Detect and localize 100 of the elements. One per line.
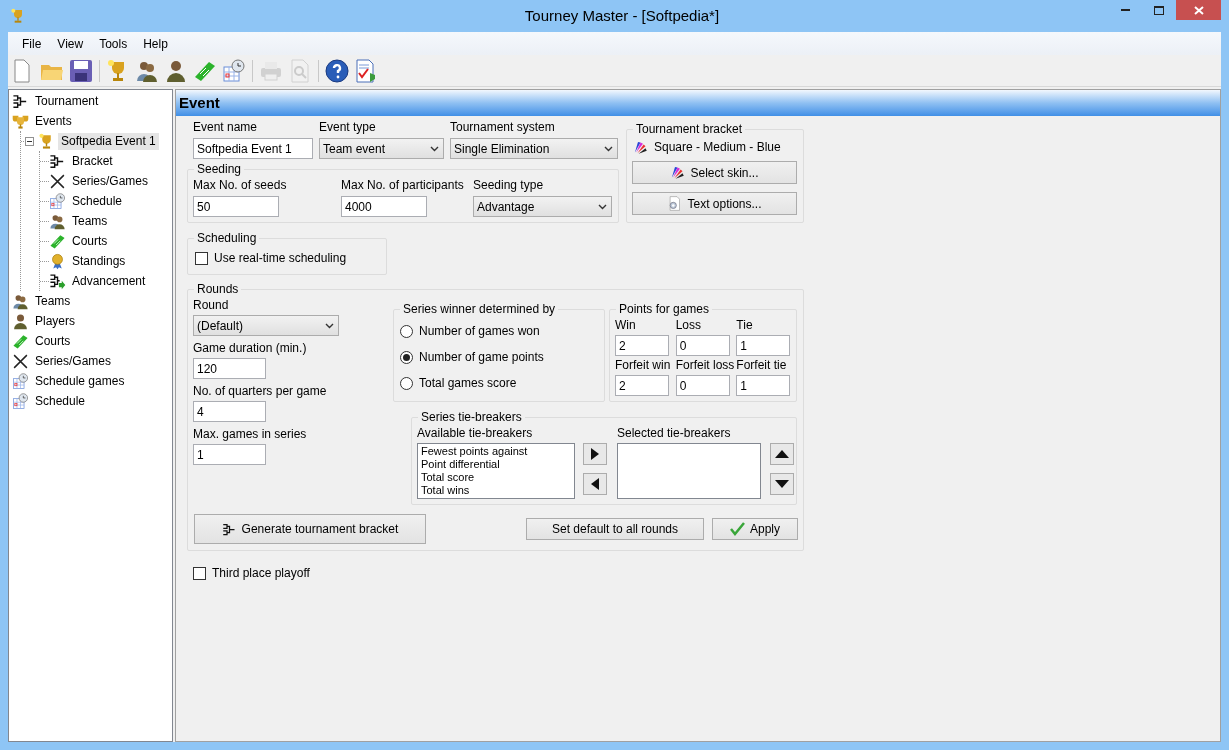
tree-item[interactable]: Courts [69, 232, 111, 250]
radio-label: Number of game points [419, 349, 544, 366]
skin-name: Square - Medium - Blue [654, 139, 781, 156]
event-type-select[interactable]: Team event [319, 138, 444, 159]
field-icon [12, 332, 29, 350]
person-icon [12, 312, 29, 330]
points-field[interactable]: 0 [675, 375, 730, 396]
checkbox[interactable] [195, 251, 208, 265]
tree-item[interactable]: Schedule games [32, 372, 128, 390]
tree-item[interactable]: Series/Games [32, 352, 115, 370]
field-label: Max No. of seeds [193, 178, 288, 193]
checkbox-label: Use real-time scheduling [214, 250, 347, 267]
checkbox-label: Third place playoff [212, 565, 310, 582]
triangle-up-icon [775, 450, 789, 458]
radio-button[interactable] [400, 350, 413, 364]
help-icon [325, 58, 349, 83]
triangle-right-icon [591, 448, 599, 460]
apply-button[interactable]: Apply [712, 518, 798, 540]
toolbar-button[interactable] [324, 57, 350, 84]
round-setting-field[interactable]: 120 [193, 358, 266, 379]
tree-item[interactable]: Courts [32, 332, 74, 350]
select-skin-button[interactable]: Select skin... [632, 161, 797, 184]
list-item[interactable]: Total score [421, 471, 571, 484]
field-label: Selected tie-breakers [617, 426, 732, 441]
bracket-icon [221, 521, 237, 537]
tree-item[interactable]: Schedule [32, 392, 89, 410]
tree-item[interactable]: Players [32, 312, 78, 330]
points-field[interactable]: 2 [615, 335, 669, 356]
tree-item[interactable]: Schedule [69, 192, 126, 210]
people-icon [12, 292, 29, 310]
maximize-icon [1154, 5, 1164, 15]
selected-tie-breakers-list[interactable] [617, 443, 761, 499]
radio-label: Number of games won [419, 323, 540, 340]
gear-page-icon [667, 196, 683, 211]
collapse-icon[interactable] [25, 136, 34, 146]
calendar-clock-icon [12, 372, 29, 390]
radio-button[interactable] [400, 376, 413, 390]
menu-item[interactable]: File [14, 34, 50, 53]
list-item[interactable]: Total wins [421, 484, 571, 497]
radio-label: Total games score [419, 375, 517, 392]
points-field[interactable]: 0 [675, 335, 730, 356]
menu-item[interactable]: Help [135, 34, 176, 53]
list-item[interactable]: Point differential [421, 458, 571, 471]
medal-icon [49, 252, 66, 270]
tree-item[interactable]: Advancement [69, 272, 149, 290]
event-name-field[interactable]: Softpedia Event 1 [193, 138, 313, 159]
tree-item[interactable]: Series/Games [69, 172, 152, 190]
round-setting-field[interactable]: 1 [193, 444, 266, 465]
points-field[interactable]: 1 [736, 335, 791, 356]
field-label: No. of quarters per game [193, 384, 328, 399]
max-participants-field[interactable]: 4000 [341, 196, 427, 217]
window-title: Tourney Master - [Softpedia*] [524, 5, 720, 26]
set-default-button[interactable]: Set default to all rounds [526, 518, 704, 540]
tree-item[interactable]: Events [32, 112, 75, 130]
points-field[interactable]: 2 [615, 375, 669, 396]
magnifier-page-icon [288, 58, 312, 83]
tree-item[interactable]: Standings [69, 252, 129, 270]
field-label: Forfeit tie [736, 358, 788, 373]
menu-item[interactable]: Tools [91, 34, 136, 53]
checkmark-icon [730, 522, 745, 536]
tournament-system-select[interactable]: Single Elimination [450, 138, 618, 159]
toolbar-button[interactable] [68, 57, 94, 84]
chevron-down-icon [598, 203, 607, 210]
chevron-down-icon [325, 322, 334, 329]
checkbox[interactable] [193, 566, 206, 580]
seeding-type-select[interactable]: Advantage [473, 196, 612, 217]
text-options-button[interactable]: Text options... [632, 192, 797, 215]
field-label: Round [193, 298, 230, 313]
radio-button[interactable] [400, 324, 413, 338]
group-title: Scheduling [196, 230, 258, 247]
close-button[interactable] [1176, 0, 1221, 20]
tree-item[interactable]: Bracket [69, 152, 116, 170]
field-label: Tournament system [450, 120, 556, 135]
round-setting-field[interactable]: 4 [193, 401, 266, 422]
round-select[interactable]: (Default) [193, 315, 339, 336]
remove-button[interactable] [583, 473, 607, 495]
color-fan-icon [633, 139, 648, 155]
tree-item[interactable]: Teams [69, 212, 111, 230]
available-tie-breakers-list[interactable]: Fewest points against Point differential Total score Total wins [417, 443, 575, 499]
tree-item[interactable]: Teams [32, 292, 74, 310]
bracket-icon [12, 92, 29, 110]
tree-item[interactable]: Tournament [32, 92, 102, 110]
field-label: Max. games in series [193, 427, 308, 442]
generate-bracket-button[interactable]: Generate tournament bracket [194, 514, 426, 544]
max-seeds-field[interactable]: 50 [193, 196, 279, 217]
tree-item[interactable]: Softpedia Event 1 [58, 132, 159, 150]
group-title: Rounds [196, 281, 240, 298]
minimize-icon [1120, 8, 1130, 12]
add-button[interactable] [583, 443, 607, 465]
field-label: Loss [675, 318, 702, 333]
triangle-left-icon [591, 478, 599, 490]
move-down-button[interactable] [770, 473, 794, 495]
points-field[interactable]: 1 [736, 375, 791, 396]
field-label: Game duration (min.) [193, 341, 308, 356]
field-label: Win [615, 318, 637, 333]
move-up-button[interactable] [770, 443, 794, 465]
menu-item[interactable]: View [49, 34, 92, 53]
bracket-icon [49, 152, 66, 170]
group-title: Tournament bracket [635, 121, 744, 138]
list-item[interactable]: Fewest points against [421, 445, 571, 458]
